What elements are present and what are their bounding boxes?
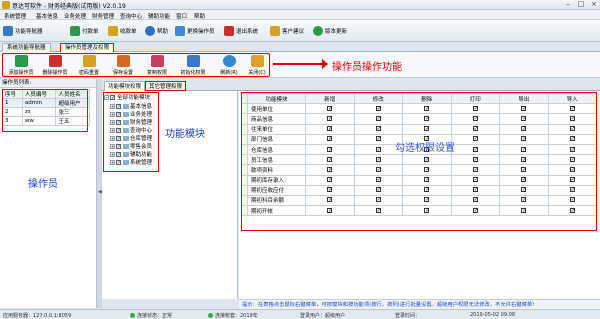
menu-business[interactable]: 业务处理 <box>64 12 86 20</box>
status-time: 2019-05-02 09:08 <box>470 312 516 318</box>
tab-other-permissions[interactable]: 其它管理权限 <box>145 81 187 91</box>
company-status-icon <box>208 313 213 318</box>
receipt-icon <box>108 26 118 36</box>
annotation-modules: 功能模块 <box>165 129 205 140</box>
navigator-icon <box>3 26 13 36</box>
window-title: 意达可软件 - 财务经典版(试用版) V2.0.19 <box>12 3 126 10</box>
connection-status-icon <box>130 313 135 318</box>
tab-module-permissions[interactable]: 功能模块权限 <box>104 81 146 91</box>
annotation-operators: 操作员 <box>28 179 58 190</box>
menu-auxiliary[interactable]: 辅助功能 <box>148 12 170 20</box>
status-company: 连接帐套：2019年 <box>208 312 258 319</box>
help-button[interactable]: 帮助 <box>145 24 168 38</box>
exit-button[interactable]: 退出系统 <box>224 24 258 38</box>
app-logo-icon <box>2 1 10 9</box>
annotation-permissions: 勾选权限设置 <box>395 143 455 154</box>
close-window-button[interactable]: × <box>588 1 600 9</box>
status-bar: 应用服务器：127.0.0.1:8059 连接状态：正常 连接帐套：2019年 … <box>0 309 600 319</box>
minimize-button[interactable]: – <box>562 1 574 9</box>
menu-window[interactable]: 窗口 <box>176 12 187 20</box>
operator-functions-highlight <box>2 53 270 77</box>
navigator-button[interactable]: 功能导航器 <box>3 24 43 38</box>
status-user: 登录用户：超级用户 <box>300 313 346 319</box>
update-icon <box>313 26 323 36</box>
switch-user-icon <box>175 26 185 36</box>
suggestion-button[interactable]: 客户建议 <box>270 24 304 38</box>
permissions-highlight <box>241 92 597 231</box>
menu-query[interactable]: 查询中心 <box>120 12 142 20</box>
menu-system[interactable]: 系统管理 <box>4 12 26 20</box>
title-bar: 意达可软件 - 财务经典版(试用版) V2.0.19 – □ × <box>0 0 600 10</box>
menu-help[interactable]: 帮助 <box>194 12 205 20</box>
main-toolbar: 功能导航器 付款单 收款单 帮助 更换操作员 退出系统 客户建议 版本更新 <box>0 20 600 42</box>
status-time-label: 登录时间： <box>395 313 421 319</box>
update-button[interactable]: 版本更新 <box>313 24 347 38</box>
modules-highlight <box>103 92 159 172</box>
receipt-button[interactable]: 收款单 <box>108 24 137 38</box>
document-tabs: 系统功能导航器 操作员管理及权限 <box>0 42 600 52</box>
payment-icon <box>70 26 80 36</box>
maximize-button[interactable]: □ <box>575 1 587 9</box>
suggestion-icon <box>270 26 280 36</box>
annotation-operator-functions: 操作员操作功能 <box>332 62 402 73</box>
module-tabs: 功能模块权限 其它管理权限 <box>102 79 600 91</box>
tab-navigator[interactable]: 系统功能导航器 <box>2 43 51 52</box>
menu-basic-info[interactable]: 基本信息 <box>36 12 58 20</box>
operators-highlight <box>2 89 88 132</box>
tab-operator-permissions[interactable]: 操作员管理及权限 <box>60 43 115 52</box>
operator-list-caption: 操作员列表: <box>0 79 96 88</box>
switch-user-button[interactable]: 更换操作员 <box>175 24 215 38</box>
payment-button[interactable]: 付款单 <box>70 24 99 38</box>
menu-bar: 系统管理 基本信息 业务处理 财务管理 查询中心 辅助功能 窗口 帮助 <box>0 10 600 20</box>
hint-bar: 提示：在表格点击鼠标右键菜单，可按模块和按功能项(按行，按列)进行批量设置。超级… <box>239 299 600 309</box>
help-icon <box>145 26 155 36</box>
menu-finance[interactable]: 财务管理 <box>92 12 114 20</box>
status-connection: 连接状态：正常 <box>130 312 172 319</box>
annotation-arrow <box>273 59 328 69</box>
exit-icon <box>224 26 234 36</box>
status-server: 应用服务器：127.0.0.1:8059 <box>3 313 72 319</box>
